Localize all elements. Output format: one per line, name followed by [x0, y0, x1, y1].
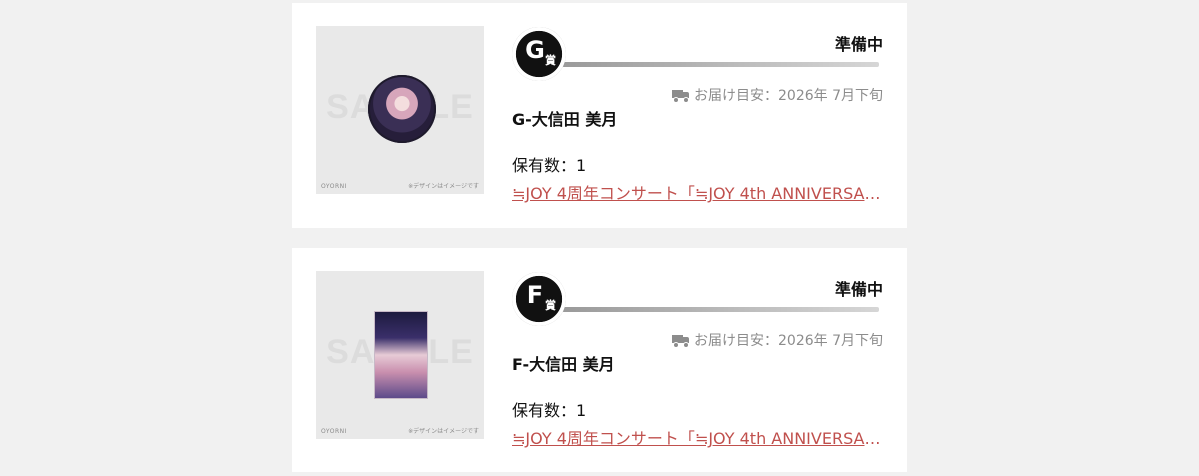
truck-icon: [672, 89, 689, 103]
progress-bar: [562, 62, 879, 67]
truck-icon: [672, 334, 689, 348]
brand-label: OYORNI: [321, 428, 347, 435]
item-thumbnail[interactable]: SAMPLE OYORNI ※デザインはイメージです: [316, 26, 484, 194]
prize-card: SAMPLE OYORNI ※デザインはイメージです G 賞 準備中 お届け目安…: [292, 3, 907, 228]
prize-rank-letter: G: [525, 36, 545, 64]
prize-rank-kanji: 賞: [545, 54, 556, 67]
delivery-estimate: お届け目安：2026年 7月下旬: [672, 330, 883, 350]
prize-rank-kanji: 賞: [545, 299, 556, 312]
item-thumbnail[interactable]: SAMPLE OYORNI ※デザインはイメージです: [316, 271, 484, 439]
progress-bar: [562, 307, 879, 312]
delivery-text: お届け目安：2026年 7月下旬: [694, 88, 883, 104]
delivery-estimate: お届け目安：2026年 7月下旬: [672, 85, 883, 105]
holding-count: 保有数：1: [512, 401, 587, 420]
holding-count: 保有数：1: [512, 156, 587, 175]
item-name: G-大信田 美月: [512, 110, 618, 129]
prize-rank-letter: F: [526, 281, 544, 309]
event-link[interactable]: ≒JOY 4周年コンサート「≒JOY 4th ANNIVERSARY CONCE…: [512, 180, 882, 204]
brand-label: OYORNI: [321, 183, 347, 190]
status-label: 準備中: [834, 280, 883, 299]
photo-card-image: [374, 311, 428, 399]
prize-card: SAMPLE OYORNI ※デザインはイメージです F 賞 準備中 お届け目安…: [292, 248, 907, 472]
event-link[interactable]: ≒JOY 4周年コンサート「≒JOY 4th ANNIVERSARY CONCE…: [512, 425, 882, 449]
item-name: F-大信田 美月: [512, 355, 615, 374]
delivery-text: お届け目安：2026年 7月下旬: [694, 333, 883, 349]
prize-rank-badge: F 賞: [512, 272, 566, 326]
status-label: 準備中: [834, 35, 883, 54]
can-badge-photo: [368, 75, 436, 143]
design-note: ※デザインはイメージです: [408, 428, 479, 435]
design-note: ※デザインはイメージです: [408, 183, 479, 190]
prize-rank-badge: G 賞: [512, 27, 566, 81]
